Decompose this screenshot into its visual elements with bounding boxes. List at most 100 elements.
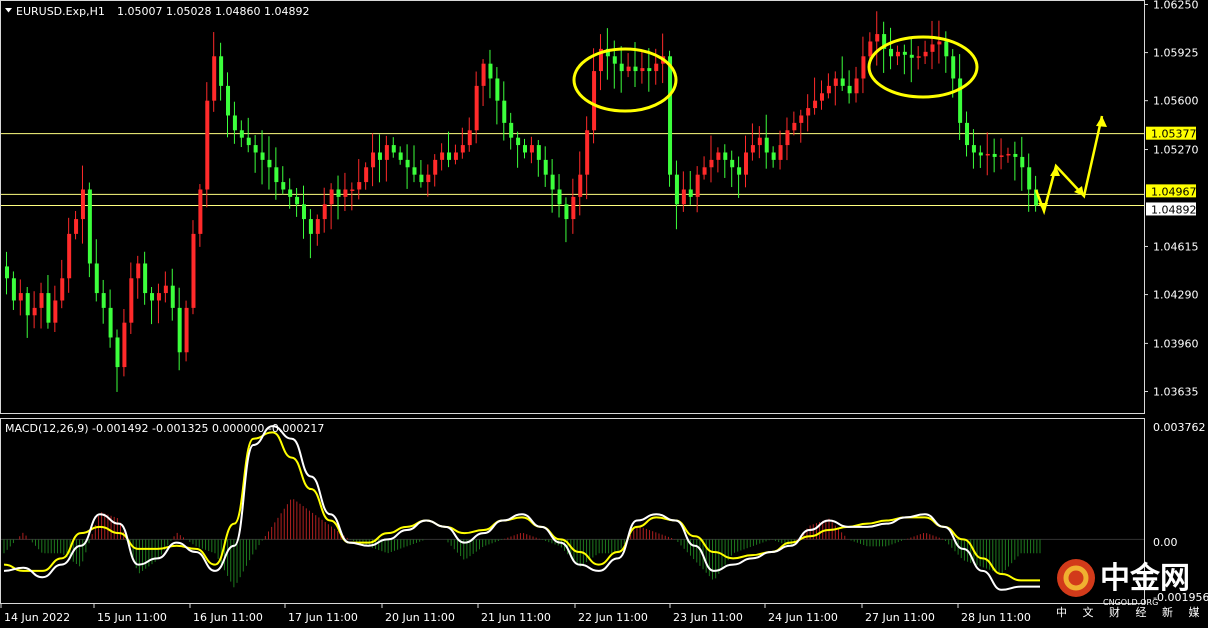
- ohlc-readout: 1.05007 1.05028 1.04860 1.04892: [117, 5, 309, 18]
- candle-body: [550, 174, 555, 190]
- time-tick-label: 20 Jun 11:00: [385, 611, 455, 624]
- time-tick-label: 15 Jun 11:00: [97, 611, 167, 624]
- candle-body: [419, 174, 424, 183]
- candle-body: [5, 266, 9, 279]
- candle-body: [889, 48, 894, 57]
- candle-body: [308, 219, 313, 234]
- candle-body: [18, 293, 23, 301]
- candle-body: [412, 167, 417, 175]
- candle-body: [94, 263, 99, 294]
- macd-indicator-label: MACD(12,26,9) -0.001492 -0.001325 0.0000…: [5, 422, 324, 435]
- candle-body: [619, 63, 624, 72]
- candle-body: [702, 167, 707, 175]
- candle-body: [219, 56, 224, 86]
- candle-body: [543, 159, 548, 175]
- candle-body: [488, 63, 493, 79]
- candle-body: [640, 68, 645, 72]
- candle-body: [364, 167, 369, 183]
- candle-body: [778, 145, 783, 160]
- time-tick-label: 24 Jun 11:00: [768, 611, 838, 624]
- candle-body: [674, 174, 679, 205]
- time-tick-label: 23 Jun 11:00: [673, 611, 743, 624]
- candle-body: [156, 293, 161, 301]
- candle-body: [592, 71, 597, 131]
- candle-body: [398, 152, 403, 160]
- candle-body: [115, 337, 120, 368]
- candle-body: [198, 189, 203, 234]
- candle-body: [267, 159, 272, 168]
- time-tick-label: 27 Jun 11:00: [865, 611, 935, 624]
- candle-body: [184, 307, 189, 353]
- candle-body: [875, 34, 880, 42]
- candle-body: [840, 78, 845, 86]
- candle-body: [371, 152, 376, 168]
- candle-body: [612, 56, 617, 64]
- candle-body: [1027, 167, 1032, 190]
- candle-body: [854, 78, 859, 94]
- candle-body: [916, 56, 921, 58]
- candle-body: [191, 233, 196, 308]
- candle-body: [343, 189, 348, 197]
- price-tick-label: 1.05270: [1153, 144, 1199, 157]
- candle-body: [460, 145, 465, 153]
- candle-body: [647, 68, 652, 72]
- candle-body: [474, 85, 479, 131]
- candle-body: [46, 293, 51, 323]
- candle-body: [108, 307, 113, 338]
- price-tick-label: 1.05600: [1153, 95, 1199, 108]
- candle-body: [571, 196, 576, 220]
- candle-body: [32, 307, 37, 316]
- candle-body: [654, 63, 659, 72]
- candle-body: [350, 189, 355, 191]
- time-tick-label: 21 Jun 11:00: [481, 611, 551, 624]
- candle-body: [301, 204, 306, 220]
- candle-body: [757, 137, 762, 146]
- candle-body: [205, 100, 210, 190]
- watermark-tagline: 中 文 财 经 新 媒 体: [1056, 605, 1208, 619]
- price-tick-label: 1.03635: [1153, 386, 1199, 399]
- cngold-logo-icon: [1057, 559, 1095, 597]
- candle-body: [868, 41, 873, 57]
- candle-body: [260, 152, 265, 160]
- candle-body: [212, 56, 217, 101]
- candle-body: [357, 182, 362, 190]
- candle-body: [11, 278, 16, 301]
- candle-body: [177, 307, 182, 353]
- time-tick-label: 22 Jun 11:00: [578, 611, 648, 624]
- price-tick-label: 1.05925: [1153, 47, 1199, 60]
- candle-body: [80, 189, 85, 220]
- candle-body: [847, 85, 852, 94]
- candle-body: [909, 54, 914, 58]
- candle-body: [985, 153, 990, 156]
- candle-body: [122, 322, 127, 368]
- candle-body: [87, 189, 92, 264]
- candle-body: [1013, 153, 1018, 157]
- candle-body: [163, 285, 168, 294]
- candle-body: [453, 152, 458, 160]
- candle-body: [274, 167, 279, 183]
- candle-body: [246, 137, 251, 146]
- candle-body: [1020, 156, 1025, 168]
- candle-body: [377, 152, 382, 160]
- candle-body: [239, 130, 244, 138]
- candle-body: [626, 66, 631, 72]
- candle-body: [709, 159, 714, 168]
- price-tick-label: 1.03960: [1153, 337, 1199, 350]
- candle-body: [440, 152, 445, 160]
- candle-body: [585, 130, 590, 175]
- candle-body: [819, 93, 824, 101]
- time-tick-label: 16 Jun 11:00: [193, 611, 263, 624]
- candle-body: [799, 115, 804, 123]
- candle-body: [136, 263, 141, 279]
- price-tag-label: 1.04967: [1151, 185, 1197, 198]
- macd-zero-tick: 0.00: [1153, 536, 1178, 549]
- candle-body: [25, 293, 30, 316]
- candle-body: [1006, 153, 1011, 156]
- candle-body: [150, 293, 155, 301]
- candle-body: [288, 189, 293, 197]
- candle-body: [999, 155, 1004, 157]
- candle-body: [930, 44, 935, 52]
- candle-body: [944, 41, 949, 57]
- instrument-label: EURUSD.Exp,H1: [16, 5, 105, 18]
- candle-body: [232, 115, 237, 131]
